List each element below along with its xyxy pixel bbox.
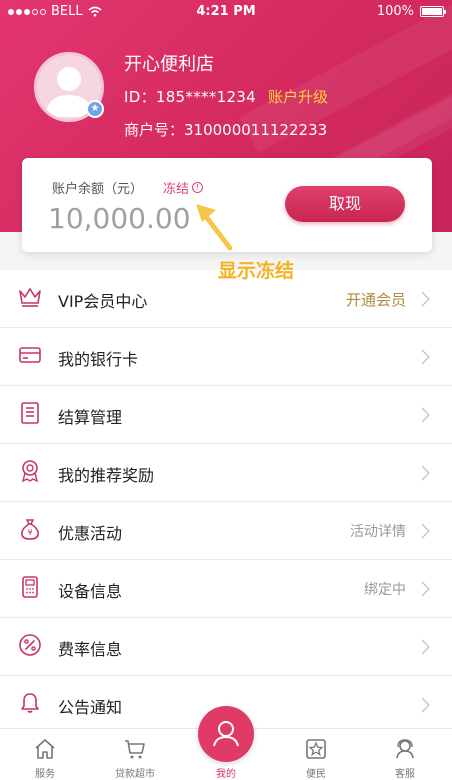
account-id: ID：185****1234 (124, 88, 256, 106)
menu-item-label: 结算管理 (58, 408, 123, 427)
battery-icon (420, 6, 446, 17)
menu-item-referral-rewards[interactable]: 我的推荐奖励 (0, 444, 452, 502)
menu-item-promotions[interactable]: ¥ 优惠活动 活动详情 (0, 502, 452, 560)
chevron-right-icon (421, 523, 430, 539)
menu-item-label: 费率信息 (58, 640, 123, 659)
tab-service[interactable]: 服务 (15, 729, 75, 780)
menu-item-device-info[interactable]: 设备信息 绑定中 (0, 560, 452, 618)
pos-device-icon (22, 576, 38, 598)
tab-convenience[interactable]: 便民 (286, 729, 346, 780)
menu-item-bank-card[interactable]: 我的银行卡 (0, 328, 452, 386)
menu-item-label: VIP会员中心 (58, 292, 148, 311)
battery-percent: 100% (376, 4, 414, 19)
money-bag-icon: ¥ (21, 519, 39, 540)
menu-item-value: 活动详情 (350, 524, 406, 540)
menu-item-settlement[interactable]: 结算管理 (0, 386, 452, 444)
home-icon (35, 739, 55, 759)
menu-item-value: 开通会员 (345, 291, 406, 309)
bell-icon (21, 693, 39, 713)
chevron-right-icon (421, 407, 430, 423)
chevron-right-icon (421, 465, 430, 481)
frozen-label: 冻结 (163, 182, 190, 197)
shop-name: 开心便利店 (124, 54, 214, 75)
chevron-right-icon (421, 291, 430, 307)
merchant-number: 商户号：310000011122233 (124, 121, 328, 139)
chevron-right-icon (421, 697, 430, 713)
chevron-right-icon (421, 639, 430, 655)
tab-label: 服务 (35, 769, 55, 780)
chevron-right-icon (421, 581, 430, 597)
annotation-text: 显示冻结 (218, 260, 295, 282)
crown-icon (19, 288, 41, 307)
tab-customer-service[interactable]: 客服 (375, 729, 435, 780)
menu-list: VIP会员中心 开通会员 我的银行卡 结算管理 我的推荐奖励 ¥ 优惠活动 活动… (0, 270, 452, 734)
tab-loan-market[interactable]: 贷款超市 (105, 729, 165, 780)
star-frame-icon (306, 739, 326, 759)
info-icon: ! (192, 182, 204, 193)
account-upgrade-link[interactable]: 账户升级 (268, 86, 328, 107)
shopping-cart-icon (125, 740, 145, 759)
menu-item-rate-info[interactable]: 费率信息 (0, 618, 452, 676)
tab-label: 客服 (395, 769, 415, 780)
balance-amount: 10,000.00 (48, 202, 191, 235)
withdraw-button[interactable]: 取现 (285, 186, 405, 222)
percent-icon (19, 634, 41, 656)
headset-icon (396, 739, 414, 759)
status-bar: BELL 4:21 PM 100% (0, 0, 452, 24)
chevron-right-icon (421, 349, 430, 365)
center-profile-button[interactable] (198, 706, 254, 762)
document-list-icon (21, 402, 39, 424)
frozen-tag[interactable]: 冻结 ! (163, 178, 204, 197)
svg-text:¥: ¥ (27, 528, 32, 537)
balance-label: 账户余额（元） (52, 182, 144, 197)
bank-card-icon (19, 347, 41, 363)
menu-item-label: 设备信息 (58, 582, 123, 601)
award-medal-icon (21, 460, 39, 483)
menu-item-label: 公告通知 (58, 698, 123, 717)
vip-badge-icon: ★ (86, 100, 104, 118)
annotation-arrow-icon (196, 204, 233, 251)
tab-label: 贷款超市 (115, 769, 155, 780)
menu-item-label: 我的银行卡 (58, 350, 139, 369)
menu-item-label: 我的推荐奖励 (58, 466, 155, 485)
user-icon (213, 721, 239, 747)
menu-item-label: 优惠活动 (58, 524, 123, 543)
tab-label: 便民 (306, 769, 326, 780)
tab-label: 我的 (216, 769, 236, 780)
menu-item-value: 绑定中 (364, 582, 406, 598)
